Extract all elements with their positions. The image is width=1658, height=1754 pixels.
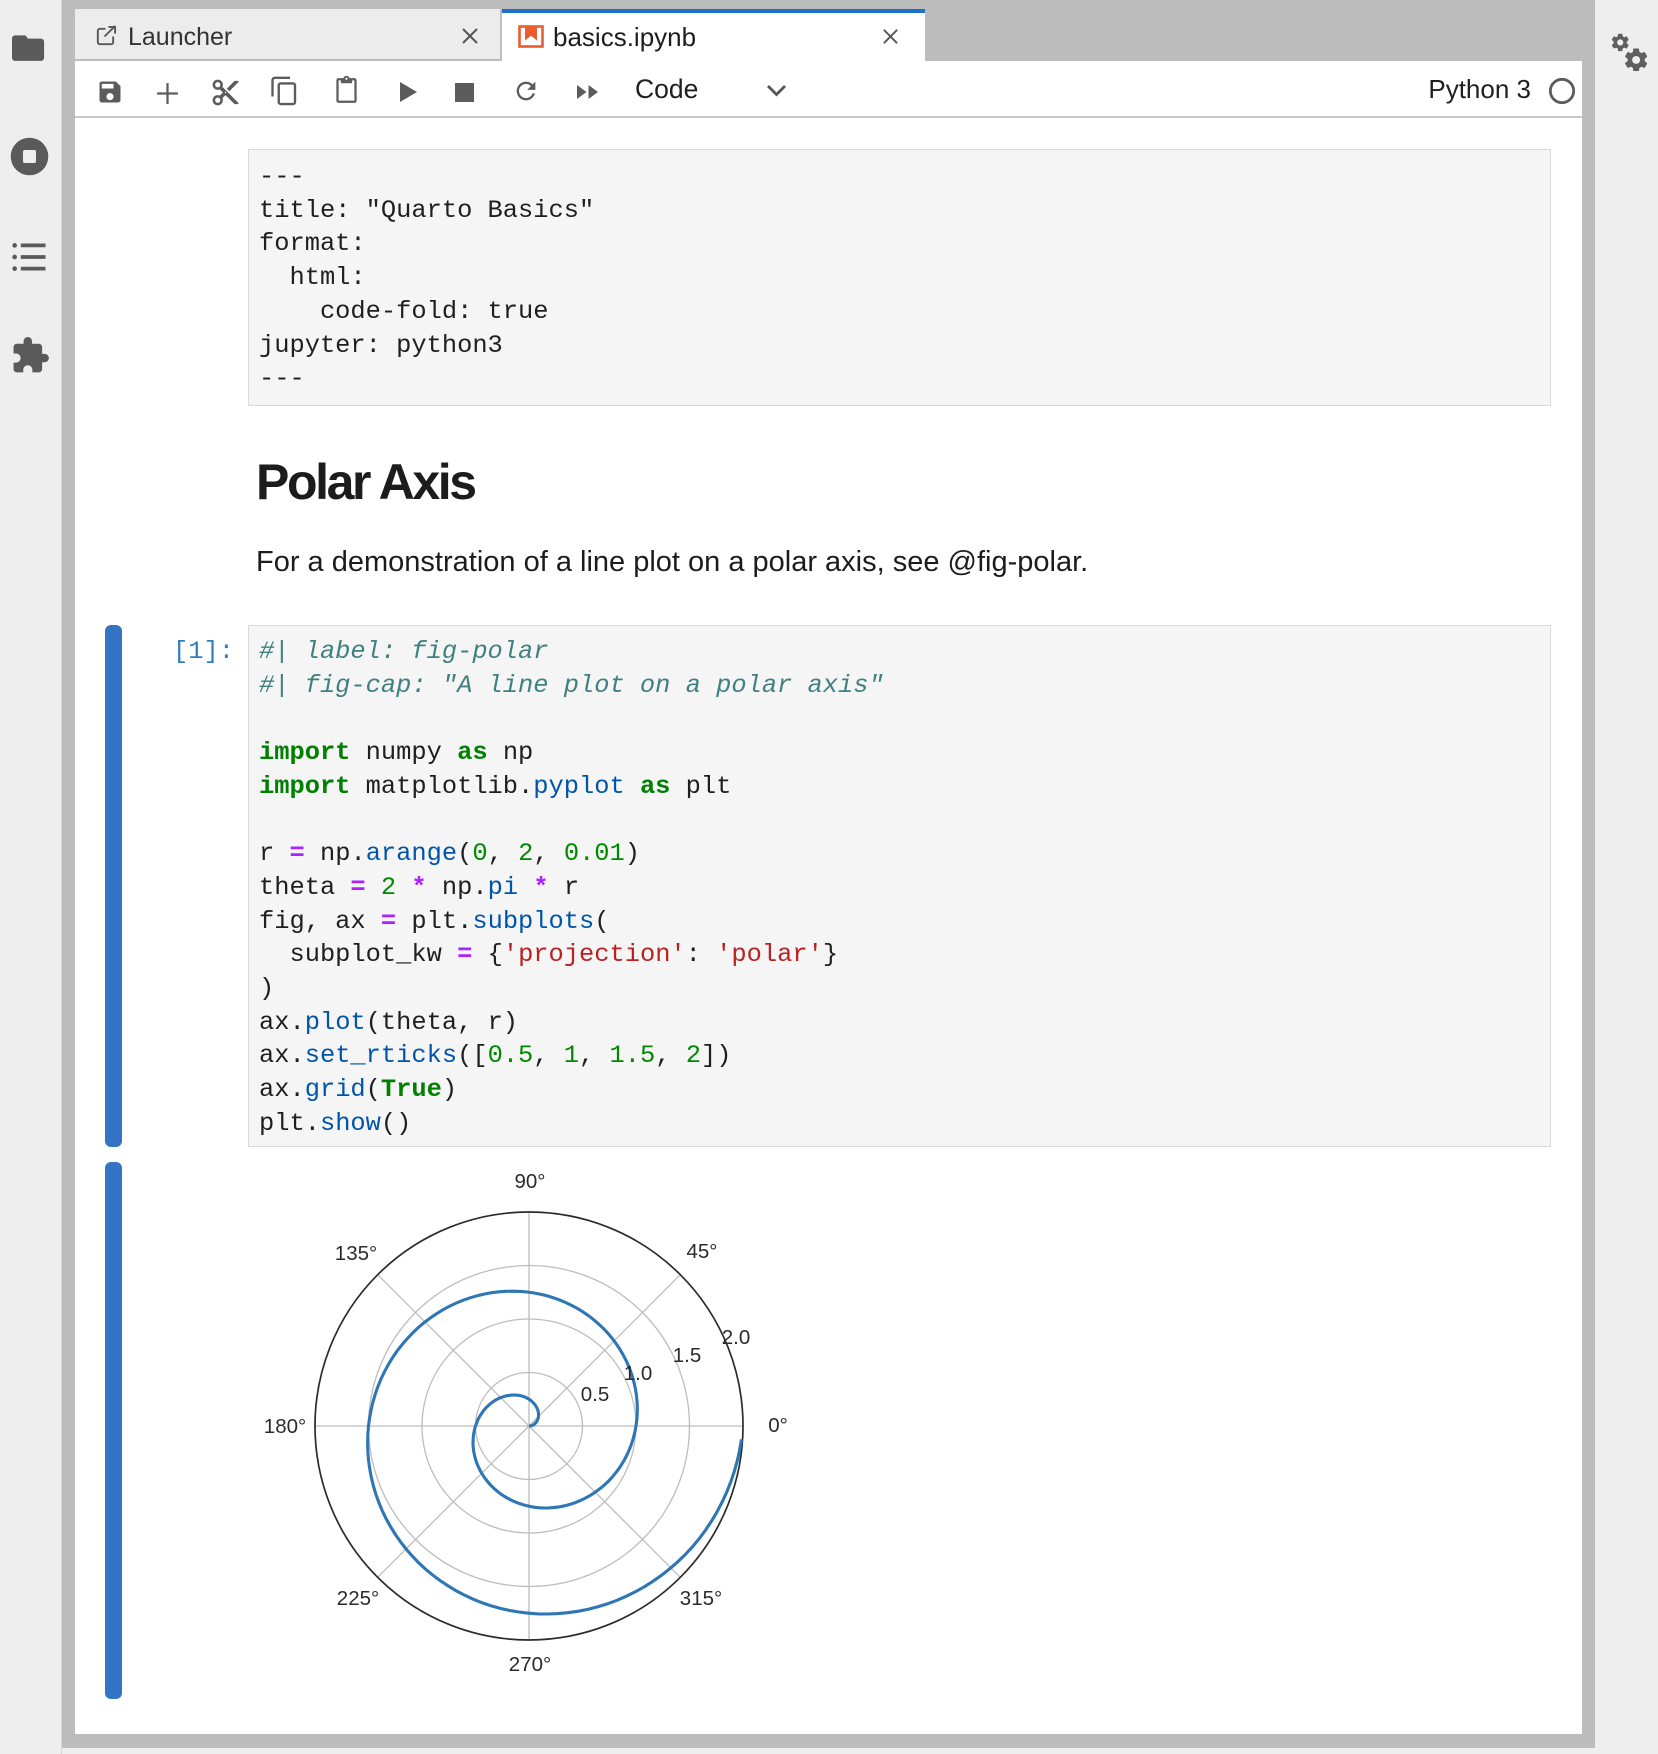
- svg-text:180°: 180°: [264, 1415, 306, 1438]
- svg-text:1.5: 1.5: [673, 1344, 702, 1367]
- svg-text:0.5: 0.5: [581, 1383, 610, 1406]
- svg-text:1.0: 1.0: [624, 1362, 653, 1385]
- svg-text:0°: 0°: [768, 1414, 788, 1437]
- svg-text:45°: 45°: [686, 1240, 717, 1263]
- svg-text:135°: 135°: [335, 1242, 377, 1265]
- svg-text:225°: 225°: [337, 1587, 379, 1610]
- svg-text:270°: 270°: [509, 1653, 551, 1676]
- svg-text:315°: 315°: [680, 1587, 722, 1610]
- svg-text:2.0: 2.0: [722, 1326, 751, 1349]
- svg-text:90°: 90°: [514, 1170, 545, 1193]
